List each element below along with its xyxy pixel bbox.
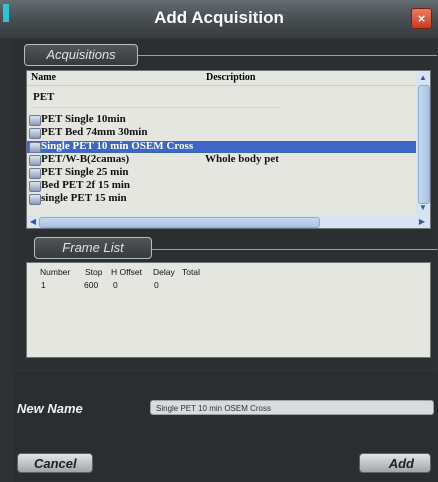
scroll-down-icon[interactable]: ▼ [417, 203, 429, 213]
list-item[interactable]: single PET 15 min [27, 192, 416, 205]
acquisition-icon [29, 115, 41, 126]
item-name: PET Bed 74mm 30min [41, 126, 148, 138]
horizontal-scrollbar[interactable]: ◀ ▶ [27, 216, 430, 228]
acquisitions-list[interactable]: Name Description PET PET Single 10min PE… [26, 70, 431, 229]
acquisition-icon [29, 142, 41, 153]
list-item[interactable]: Bed PET 2f 15 min [27, 179, 416, 192]
acquisitions-divider [130, 55, 437, 56]
acquisition-icon [29, 168, 41, 179]
frame-list-table[interactable]: Number Stop H Offset Delay Total 1 600 0… [26, 262, 431, 358]
list-item[interactable]: PET Single 25 min [27, 166, 416, 179]
list-header: Name Description [27, 71, 416, 86]
acquisitions-label: Acquisitions [24, 44, 138, 66]
list-item-selected[interactable]: Single PET 10 min OSEM Cross [27, 140, 416, 153]
frame-list-divider [150, 249, 437, 250]
acquisition-icon [29, 194, 41, 205]
item-name: single PET 15 min [41, 192, 127, 204]
item-description: Whole body pet [205, 153, 279, 165]
vertical-scrollbar[interactable]: ▲ ▼ [416, 71, 430, 216]
acquisition-icon [29, 181, 41, 192]
column-header-stop[interactable]: Stop [85, 267, 103, 277]
column-header-delay[interactable]: Delay [153, 267, 175, 277]
list-item[interactable]: PET Bed 74mm 30min [27, 126, 416, 139]
horizontal-scroll-thumb[interactable] [39, 217, 320, 228]
close-icon[interactable]: × [411, 8, 432, 29]
item-name: Bed PET 2f 15 min [41, 179, 131, 191]
scroll-up-icon[interactable]: ▲ [417, 73, 429, 83]
column-header-total[interactable]: Total [182, 267, 200, 277]
list-item[interactable]: PET/W-B(2camas) Whole body pet [27, 153, 416, 166]
group-underline [31, 107, 281, 108]
new-name-label: New Name [17, 401, 83, 416]
title-bar[interactable]: Add Acquisition × [0, 0, 438, 38]
scroll-left-icon[interactable]: ◀ [27, 217, 39, 227]
frame-list-label: Frame List [34, 237, 152, 259]
new-name-input[interactable]: Single PET 10 min OSEM Cross [150, 400, 434, 415]
cancel-button[interactable]: Cancel [17, 453, 93, 473]
item-name: PET Single 10min [41, 113, 126, 125]
acquisition-icon [29, 128, 41, 139]
vertical-scroll-thumb[interactable] [418, 85, 430, 204]
frame-cell-stop: 600 [84, 280, 99, 290]
group-header-pet: PET [33, 91, 55, 103]
column-header-number[interactable]: Number [40, 267, 70, 277]
add-acquisition-dialog: Add Acquisition × Acquisitions Name Desc… [0, 0, 438, 482]
frame-cell-delay: 0 [154, 280, 159, 290]
item-name: Single PET 10 min OSEM Cross [41, 140, 194, 152]
acquisition-icon [29, 155, 41, 166]
column-header-h-offset[interactable]: H Offset [111, 267, 142, 277]
frame-cell-number: 1 [41, 280, 46, 290]
add-button[interactable]: Add [359, 453, 431, 473]
scroll-right-icon[interactable]: ▶ [416, 217, 428, 227]
column-header-name[interactable]: Name [31, 72, 56, 83]
item-name: PET/W-B(2camas) [41, 153, 130, 165]
column-header-description[interactable]: Description [206, 72, 255, 83]
frame-cell-h-offset: 0 [113, 280, 118, 290]
item-name: PET Single 25 min [41, 166, 129, 178]
list-item[interactable]: PET Single 10min [27, 113, 416, 126]
dialog-title: Add Acquisition [154, 8, 284, 27]
